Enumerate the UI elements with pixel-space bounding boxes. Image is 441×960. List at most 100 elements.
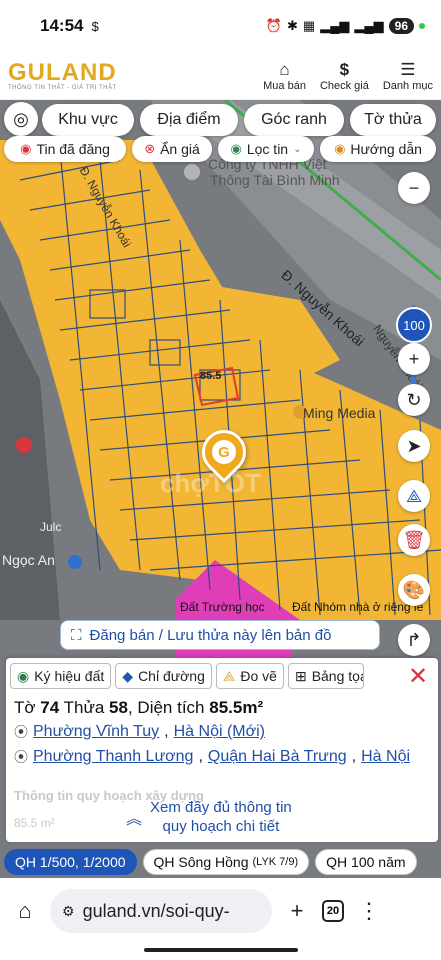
menu-button[interactable]: ☰ Danh mục (383, 60, 433, 92)
app-header: GULAND THÔNG TIN THẬT - GIÁ TRỊ THẬT ⌂ M… (0, 52, 441, 100)
measure-button[interactable]: ⟁ Đo vẽ (215, 663, 284, 689)
directions-button[interactable]: ◆ Chỉ đường (115, 663, 212, 689)
filter-corner-button[interactable]: Góc ranh (244, 104, 344, 136)
measure-label: Đo vẽ (240, 668, 277, 684)
buy-sell-label: Mua bán (263, 79, 306, 92)
view-full-planning-button[interactable]: ︽ Xem đầy đủ thông tin quy hoạch chi tiế… (126, 798, 292, 836)
location-pin-icon: ⦿ (14, 749, 28, 765)
home-icon[interactable]: ⌂ (10, 898, 40, 924)
guide-label: Hướng dẫn (350, 141, 422, 157)
locate-target-button[interactable]: ◎ (4, 102, 38, 136)
planning-song-hong-label: QH Sông Hồng (153, 854, 249, 870)
buy-sell-button[interactable]: ⌂ Mua bán (263, 60, 306, 92)
sheet-number: 74 (40, 698, 60, 717)
palette-icon[interactable]: 🎨 (398, 574, 430, 606)
volte-icon: ▦ (302, 18, 316, 33)
city-new-link[interactable]: Hà Nội (Mới) (174, 723, 265, 741)
trash-icon[interactable]: 🗑 (398, 524, 430, 556)
planning-layers-bar: QH 1/500, 1/2000 QH Sông Hồng (LYK 7/9) … (0, 846, 441, 878)
palette-icon: ◉ (17, 667, 30, 684)
guland-pin-icon: G (212, 440, 236, 464)
tool-row: ◉ Ký hiệu đất ◆ Chỉ đường ⟁ Đo vẽ ⊞ Bảng… (10, 663, 364, 689)
posted-listings-button[interactable]: ◉ Tin đã đăng (4, 136, 126, 162)
guide-icon: ◉ (334, 141, 346, 156)
measure-tool-button[interactable]: ⟁ (398, 480, 430, 512)
zoom-in-button[interactable]: + (398, 343, 430, 375)
filter-listings-button[interactable]: ◉ Lọc tin ⌄ (218, 136, 314, 162)
map-label-company2: Thông Tài Bình Minh (210, 172, 340, 188)
planning-100-years-tab[interactable]: QH 100 năm (315, 849, 417, 875)
view-full-line2: quy hoạch chi tiết (162, 818, 280, 835)
signal2-icon: ▂▄▆ (354, 18, 384, 33)
dollar-icon: $ (339, 59, 350, 79)
planning-song-hong-sub: (LYK 7/9) (252, 856, 299, 868)
coordinates-table-button[interactable]: ⊞ Bảng tọa (287, 663, 364, 689)
planning-1-500-tab[interactable]: QH 1/500, 1/2000 (4, 849, 137, 875)
zoom-out-button[interactable]: − (398, 172, 430, 204)
site-settings-icon: ⚙ (62, 902, 75, 919)
parcel-summary: Tờ 74 Thửa 58, Diện tích 85.5m² (14, 698, 263, 718)
logo-text: GULAND (8, 58, 117, 86)
logo-tagline: THÔNG TIN THẬT - GIÁ TRỊ THẬT (8, 84, 117, 91)
close-panel-icon[interactable]: ✕ (408, 662, 428, 691)
table-icon: ⊞ (294, 667, 307, 684)
hamburger-icon: ☰ (400, 59, 416, 79)
area-value: 85.5m² (209, 698, 264, 717)
map-label-ngoc: Ngọc An (2, 552, 55, 568)
bluetooth-icon: ✱ (287, 18, 298, 33)
filter-area-button[interactable]: Khu vực (42, 104, 134, 136)
status-bar: 14:54 $ ⏰ ✱ ▦ ▂▄▆ ▂▄▆ 96 (0, 0, 441, 52)
ward-new-link[interactable]: Phường Vĩnh Tuy (33, 723, 159, 741)
sheet-label: Tờ (14, 698, 36, 717)
directions-label: Chỉ đường (138, 668, 205, 684)
hide-price-button[interactable]: ⊗ Ẩn giá (132, 136, 212, 162)
address-new: ⦿ Phường Vĩnh Tuy, Hà Nội (Mới) (14, 723, 266, 741)
guide-button[interactable]: ◉ Hướng dẫn (320, 136, 436, 162)
parcel-info-panel: ◉ Ký hiệu đất ◆ Chỉ đường ⟁ Đo vẽ ⊞ Bảng… (6, 658, 438, 842)
more-options-icon[interactable]: ⋮ (354, 898, 384, 924)
status-time: 14:54 (40, 16, 84, 35)
navigate-icon[interactable]: ➤ (398, 430, 430, 462)
land-symbol-button[interactable]: ◉ Ký hiệu đất (10, 663, 112, 689)
status-icons: ⏰ ✱ ▦ ▂▄▆ ▂▄▆ 96 (266, 18, 425, 34)
hide-price-label: Ẩn giá (160, 141, 200, 157)
url-bar[interactable]: ⚙ guland.vn/soi-quy- (50, 889, 272, 933)
map-label-jul: Julc (40, 520, 62, 534)
battery-indicator: 96 (388, 18, 414, 34)
tab-switcher-button[interactable]: 20 (322, 900, 344, 922)
x-circle-icon: ⊗ (144, 141, 156, 156)
plot-number: 58 (109, 698, 128, 717)
check-price-button[interactable]: $ Check giá (320, 60, 369, 92)
refresh-button[interactable]: ↻ (398, 384, 430, 416)
filter-sheet-plot-button[interactable]: Tờ thửa (350, 104, 436, 136)
coordinates-table-label: Bảng tọa (311, 668, 364, 684)
house-icon: ⌂ (279, 59, 290, 79)
map-label-media: Ming Media (303, 405, 376, 421)
parcel-area-label: 85.5 (200, 370, 222, 382)
browser-toolbar: ⌂ ⚙ guland.vn/soi-quy- + 20 ⋮ (0, 878, 441, 944)
check-price-label: Check giá (319, 79, 369, 92)
district-link[interactable]: Quận Hai Bà Trưng (208, 748, 347, 766)
plot-label: Thửa (63, 698, 105, 717)
filter-listings-label: Lọc tin (246, 141, 289, 157)
ward-old-link[interactable]: Phường Thanh Lương (33, 748, 193, 766)
zoom-level-badge[interactable]: 100 (396, 307, 432, 343)
directions-icon: ◆ (122, 667, 134, 684)
register-parcel-button[interactable]: ⛶ Đăng bán / Lưu thửa này lên bản đồ (60, 620, 380, 650)
new-tab-icon[interactable]: + (282, 898, 312, 924)
address-old: ⦿ Phường Thanh Lương, Quận Hai Bà Trưng,… (14, 748, 411, 766)
share-icon[interactable]: ↱ (398, 624, 430, 656)
planning-area-value: 85.5 m² (14, 816, 55, 830)
planning-song-hong-tab[interactable]: QH Sông Hồng (LYK 7/9) (142, 849, 310, 875)
chevron-down-icon: ⌄ (293, 143, 302, 155)
guland-logo[interactable]: GULAND THÔNG TIN THẬT - GIÁ TRỊ THẬT (8, 58, 117, 91)
map-marker-icon: ⛶ (71, 626, 82, 644)
alarm-icon: ⏰ (265, 18, 282, 33)
city-old-link[interactable]: Hà Nội (361, 748, 410, 766)
url-text: guland.vn/soi-quy- (82, 900, 230, 921)
map-label-school: Đất Trường học (180, 600, 265, 614)
privacy-dot (419, 23, 425, 29)
filter-location-button[interactable]: Địa điểm (140, 104, 238, 136)
double-chevron-up-icon: ︽ (126, 811, 143, 828)
location-pin-icon: ⦿ (14, 724, 28, 740)
